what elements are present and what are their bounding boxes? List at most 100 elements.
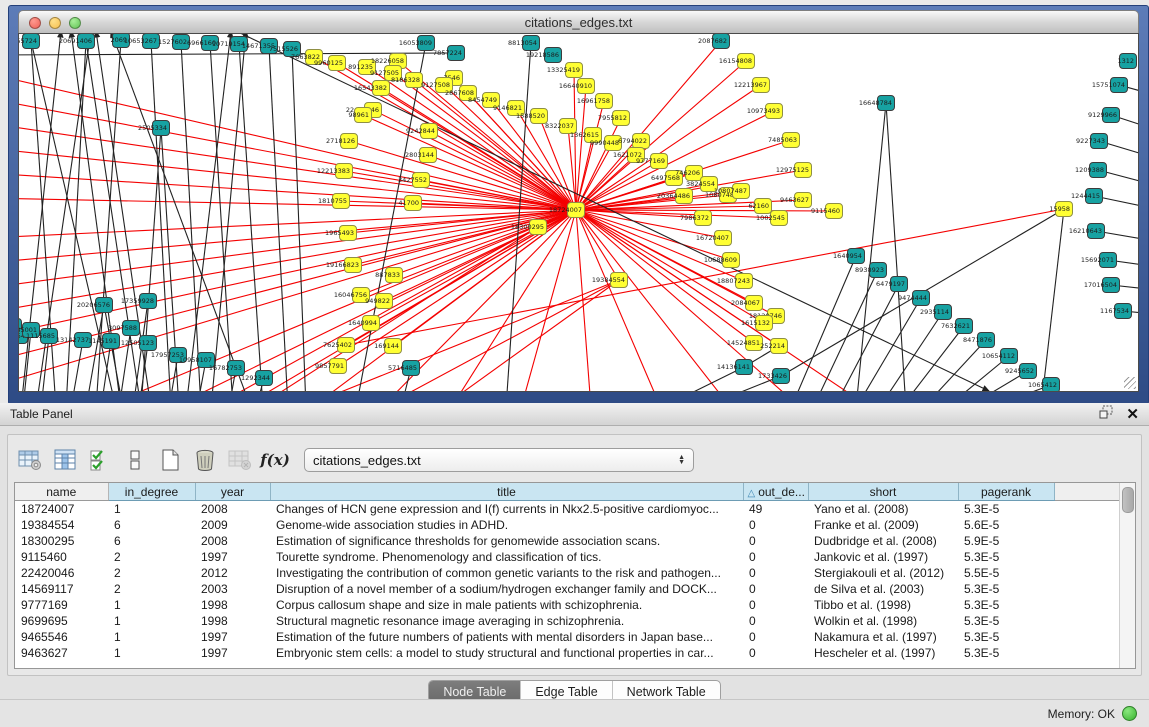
graph-node-1167534[interactable]: 1167534 [1100, 304, 1131, 319]
graph-node-1527602[interactable]: 1527602 [158, 35, 189, 50]
graph-node-9129966[interactable]: 9129966 [1088, 108, 1119, 123]
column-chooser-icon[interactable] [53, 448, 77, 472]
delete-column-icon[interactable] [193, 448, 217, 472]
graph-node-7986372[interactable]: 7986372 [680, 211, 711, 226]
table-cell[interactable]: 2 [108, 565, 195, 581]
graph-node-1733426[interactable]: 1733426 [758, 369, 789, 384]
graph-node-12975125[interactable]: 12975125 [776, 163, 812, 178]
table-cell[interactable]: 18300295 [15, 533, 108, 549]
graph-node-1244415[interactable]: 1244415 [1071, 189, 1102, 204]
graph-node-9474444[interactable]: 9474444 [898, 291, 929, 306]
table-cell[interactable]: 2008 [195, 533, 270, 549]
table-cell[interactable]: 1 [108, 613, 195, 629]
graph-node-7632621[interactable]: 7632621 [941, 319, 972, 334]
table-cell[interactable]: Hescheler et al. (1997) [808, 645, 958, 661]
graph-node-7625402[interactable]: 7625402 [323, 338, 354, 353]
table-cell[interactable]: 0 [743, 629, 808, 645]
table-row[interactable]: 977716911998Corpus callosum shape and si… [15, 597, 1119, 613]
graph-node-169144[interactable]: 169144 [374, 339, 401, 354]
graph-node-16961758[interactable]: 16961758 [577, 94, 613, 109]
graph-node-41700[interactable]: 41700 [398, 196, 421, 211]
column-header-in_degree[interactable]: in_degree [108, 483, 195, 501]
table-row[interactable]: 1872400712008Changes of HCN gene express… [15, 501, 1119, 518]
table-cell[interactable]: Nakamura et al. (1997) [808, 629, 958, 645]
graph-node-10688609[interactable]: 10688609 [704, 253, 740, 268]
table-cell[interactable]: 18724007 [15, 501, 108, 518]
graph-node-12505123[interactable]: 12505123 [121, 336, 157, 351]
column-header-pagerank[interactable]: pagerank [958, 483, 1054, 501]
table-cell[interactable]: 1 [108, 645, 195, 661]
graph-node-7955812[interactable]: 7955812 [598, 111, 629, 126]
window-titlebar[interactable]: citations_edges.txt [18, 10, 1139, 34]
graph-node-8813054[interactable]: 8813054 [508, 36, 539, 51]
graph-node-62160[interactable]: 62160 [748, 199, 771, 214]
graph-node-2505334[interactable]: 2505334 [138, 121, 169, 136]
table-row[interactable]: 969969511998Structural magnetic resonanc… [15, 613, 1119, 629]
graph-node-13142737[interactable]: 13142737 [56, 333, 92, 348]
table-cell[interactable]: 5.3E-5 [958, 613, 1054, 629]
table-cell[interactable]: 0 [743, 549, 808, 565]
table-cell[interactable]: 0 [743, 565, 808, 581]
scrollbar-thumb[interactable] [1122, 487, 1134, 513]
graph-node-3427552[interactable]: 3427552 [398, 173, 429, 188]
table-row[interactable]: 2242004622012Investigating the contribut… [15, 565, 1119, 581]
table-cell[interactable]: 2012 [195, 565, 270, 581]
graph-node-1312[interactable]: 1312 [1117, 54, 1136, 69]
graph-node-9115460[interactable]: 9115460 [811, 204, 842, 219]
table-cell[interactable]: 5.3E-5 [958, 581, 1054, 597]
graph-node-1810755[interactable]: 1810755 [318, 194, 349, 209]
table-cell[interactable]: 0 [743, 533, 808, 549]
graph-node-16210643[interactable]: 16210643 [1069, 224, 1105, 239]
function-builder-icon[interactable]: f(x) [263, 448, 287, 472]
graph-node-16720407[interactable]: 16720407 [696, 231, 732, 246]
table-cell[interactable]: 2 [108, 581, 195, 597]
graph-node-6794022[interactable]: 6794022 [618, 134, 649, 149]
graph-node-12213967[interactable]: 12213967 [734, 78, 770, 93]
graph-node-10654112[interactable]: 10654112 [982, 349, 1018, 364]
table-cell[interactable]: 1997 [195, 549, 270, 565]
table-cell[interactable]: Disruption of a novel member of a sodium… [270, 581, 743, 597]
column-header-year[interactable]: year [195, 483, 270, 501]
table-vertical-scrollbar[interactable] [1119, 483, 1135, 668]
table-cell[interactable]: 6 [108, 533, 195, 549]
table-cell[interactable]: 9463627 [15, 645, 108, 661]
table-cell[interactable]: Investigating the contribution of common… [270, 565, 743, 581]
table-cell[interactable]: 5.3E-5 [958, 645, 1054, 661]
graph-node-2803144[interactable]: 2803144 [405, 148, 436, 163]
table-cell[interactable]: 1997 [195, 645, 270, 661]
column-header-name[interactable]: name [15, 483, 108, 501]
table-row[interactable]: 911546021997Tourette syndrome. Phenomeno… [15, 549, 1119, 565]
graph-node-1292344[interactable]: 1292344 [241, 371, 272, 386]
table-cell[interactable]: 1 [108, 597, 195, 613]
table-cell[interactable]: Franke et al. (2009) [808, 517, 958, 533]
graph-node-1615132[interactable]: 1615132 [741, 316, 772, 331]
table-cell[interactable]: de Silva et al. (2003) [808, 581, 958, 597]
network-canvas[interactable]: 1405572420691406206910653267152760269661… [19, 34, 1139, 392]
graph-node-9227343[interactable]: 9227343 [1076, 134, 1107, 149]
float-window-icon[interactable] [1099, 405, 1114, 424]
new-table-icon[interactable] [158, 448, 182, 472]
table-cell[interactable]: Tibbo et al. (1998) [808, 597, 958, 613]
table-cell[interactable]: 0 [743, 581, 808, 597]
graph-node-8938923[interactable]: 8938923 [855, 263, 886, 278]
table-cell[interactable]: 2008 [195, 501, 270, 518]
table-cell[interactable]: 49 [743, 501, 808, 518]
column-header-title[interactable]: title [270, 483, 743, 501]
graph-node-8471876[interactable]: 8471876 [963, 333, 994, 348]
graph-node-1965493[interactable]: 1965493 [325, 226, 356, 241]
table-cell[interactable]: 0 [743, 613, 808, 629]
table-cell[interactable]: 0 [743, 645, 808, 661]
table-cell[interactable]: 5.3E-5 [958, 549, 1054, 565]
column-header-short[interactable]: short [808, 483, 958, 501]
graph-node-14136141[interactable]: 14136141 [717, 360, 753, 375]
graph-node-17016504[interactable]: 17016504 [1084, 278, 1120, 293]
table-cell[interactable]: Embryonic stem cells: a model to study s… [270, 645, 743, 661]
network-viewport[interactable]: 1405572420691406206910653267152760269661… [18, 33, 1139, 392]
table-cell[interactable]: 1997 [195, 629, 270, 645]
graph-node-14055724[interactable]: 14055724 [19, 34, 40, 49]
table-cell[interactable]: Changes of HCN gene expression and I(f) … [270, 501, 743, 518]
table-settings-icon[interactable] [18, 448, 42, 472]
table-cell[interactable]: 9777169 [15, 597, 108, 613]
graph-node-2935114[interactable]: 2935114 [920, 305, 951, 320]
graph-node-5716485[interactable]: 5716485 [388, 361, 419, 376]
